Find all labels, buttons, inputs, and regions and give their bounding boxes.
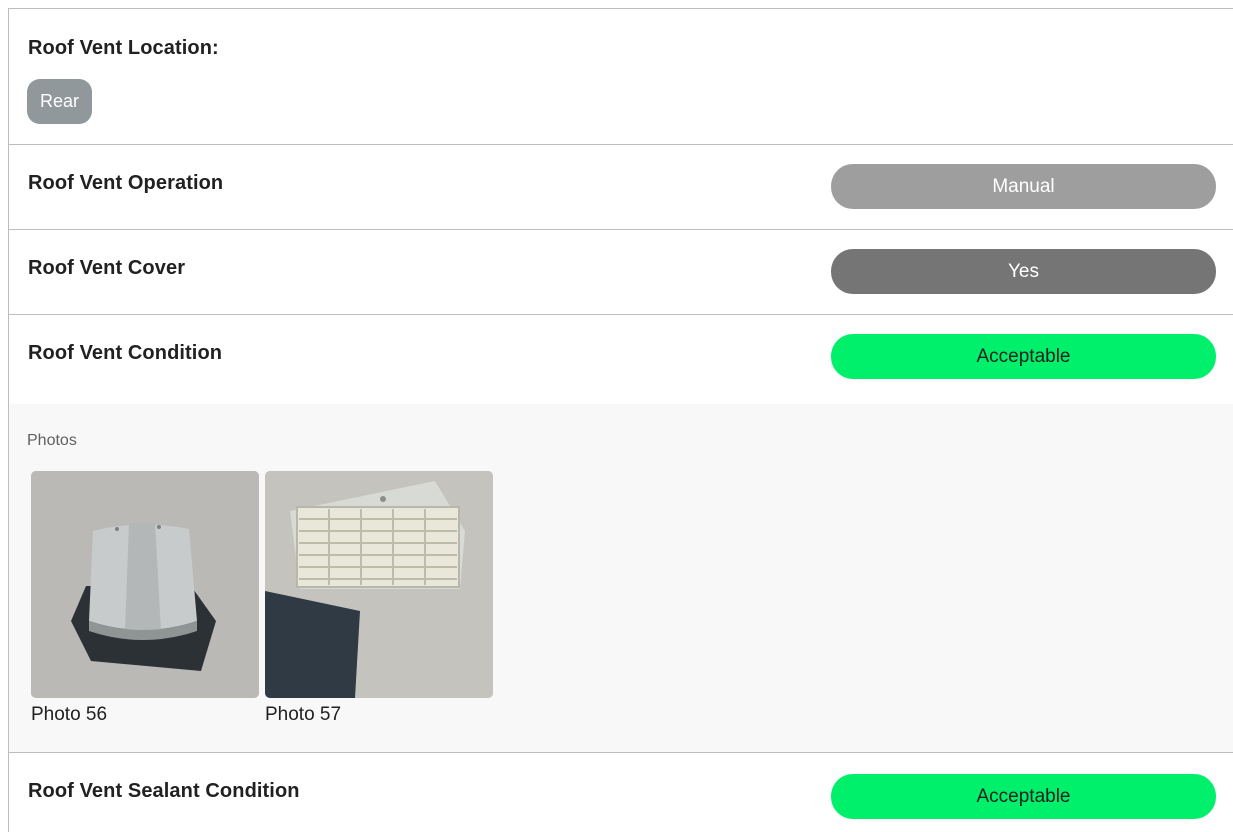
photo-caption: Photo 57 (265, 704, 342, 725)
inspection-form: Roof Vent Location: Rear Roof Vent Opera… (8, 8, 1233, 832)
photo-card[interactable]: Photo 57 (265, 471, 493, 726)
roof-vent-operation-pill[interactable]: Manual (831, 164, 1216, 209)
roof-vent-cover-row: Roof Vent Cover Yes (9, 230, 1233, 315)
roof-vent-sealant-label: Roof Vent Sealant Condition (28, 780, 300, 802)
photos-heading: Photos (27, 432, 77, 449)
roof-vent-condition-label: Roof Vent Condition (28, 342, 223, 364)
roof-vent-cover-label: Roof Vent Cover (28, 257, 186, 279)
roof-vent-cover-pill[interactable]: Yes (831, 249, 1216, 294)
photo-card[interactable]: Photo 56 (31, 471, 259, 726)
photos-section: Photos Photo 56 Photo 57 (9, 404, 1233, 753)
roof-vent-cover-photo[interactable] (31, 471, 259, 698)
roof-vent-location-label: Roof Vent Location: (28, 37, 219, 59)
roof-vent-louver-photo[interactable] (265, 471, 493, 698)
roof-vent-operation-row: Roof Vent Operation Manual (9, 145, 1233, 230)
roof-vent-sealant-pill[interactable]: Acceptable (831, 774, 1216, 819)
photo-caption: Photo 56 (31, 704, 108, 725)
roof-vent-location-chip[interactable]: Rear (27, 79, 93, 124)
roof-vent-condition-pill[interactable]: Acceptable (831, 334, 1216, 379)
roof-vent-condition-row: Roof Vent Condition Acceptable (9, 315, 1233, 404)
roof-vent-operation-label: Roof Vent Operation (28, 172, 224, 194)
roof-vent-location-row: Roof Vent Location: Rear (9, 9, 1233, 145)
roof-vent-sealant-row: Roof Vent Sealant Condition Acceptable (9, 753, 1233, 832)
